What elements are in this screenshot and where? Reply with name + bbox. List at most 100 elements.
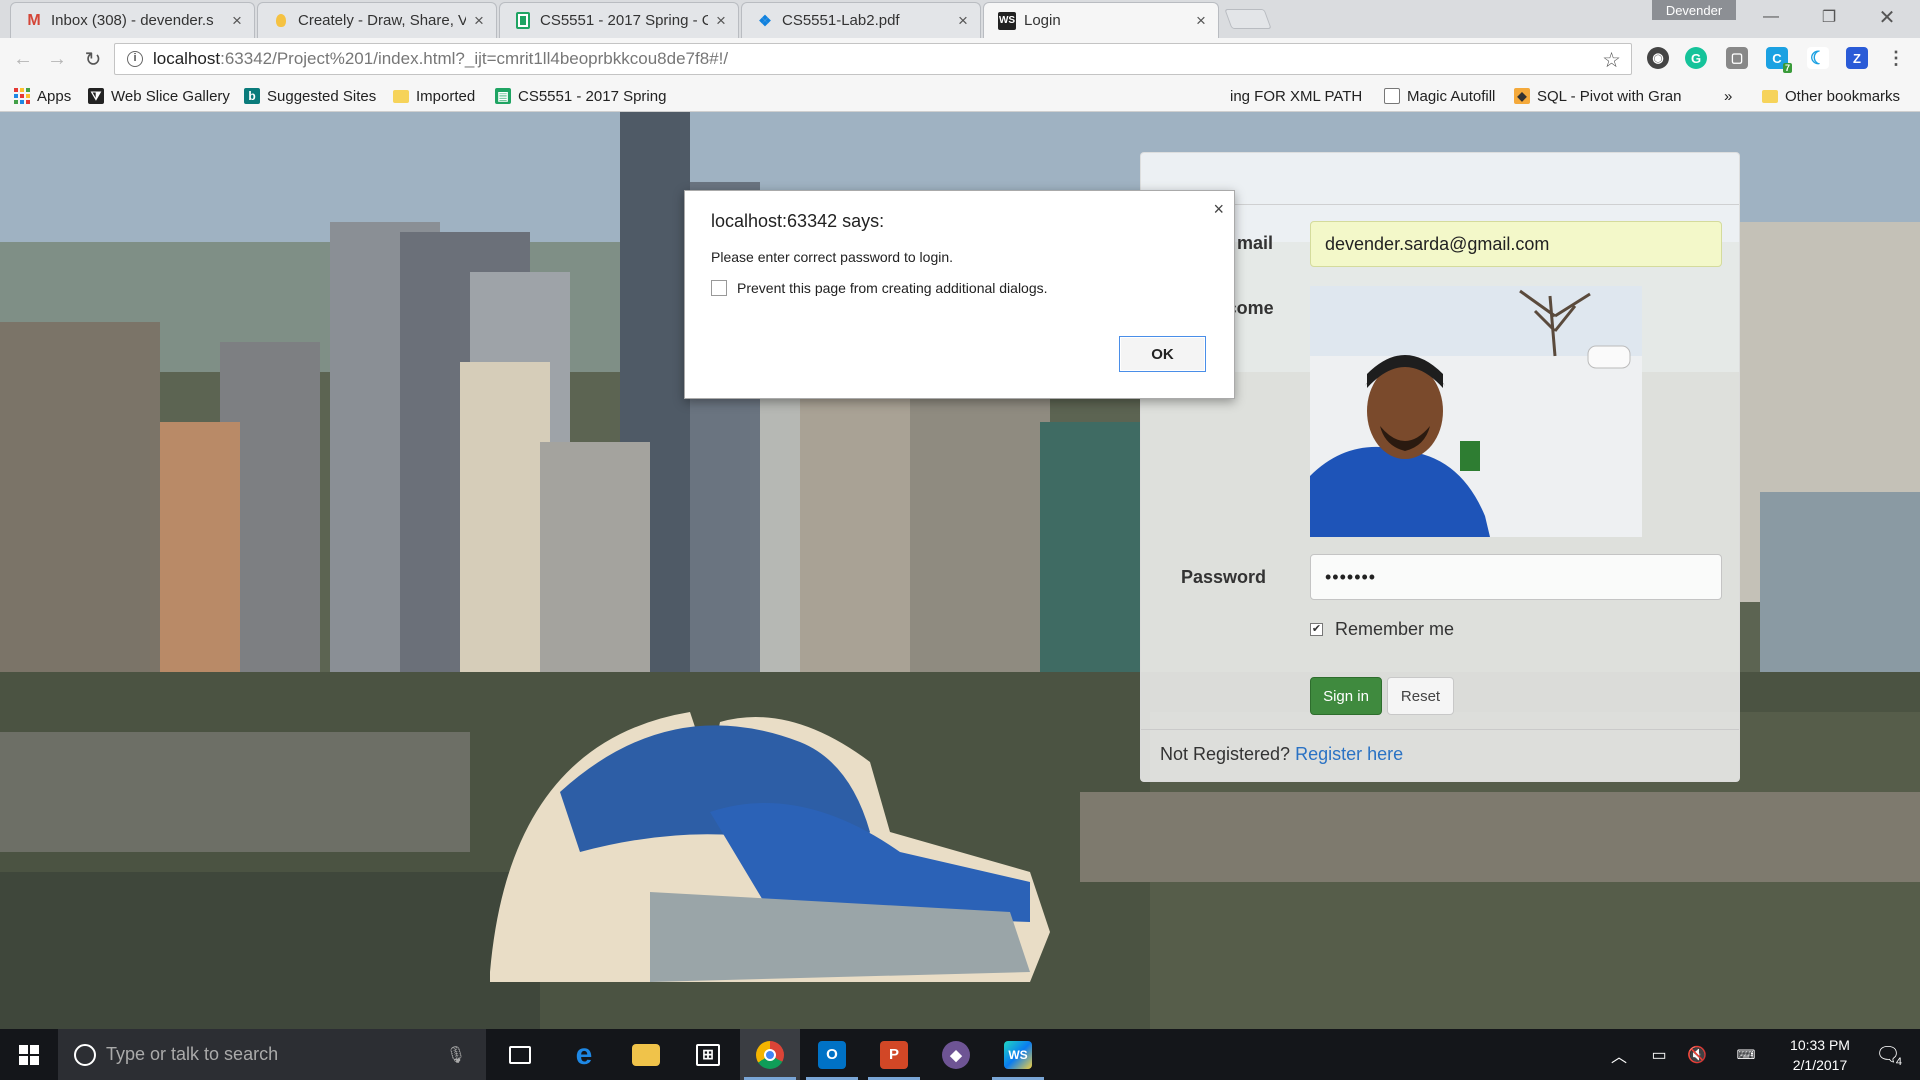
bookmark-label: Magic Autofill [1407,87,1496,105]
bookmark-cs5551[interactable]: ▤ CS5551 - 2017 Spring [495,86,666,106]
cortana-search-box[interactable]: Type or talk to search 🎙 [58,1029,486,1080]
remember-me-checkbox[interactable]: ✔ [1310,623,1323,636]
folder-icon [393,89,409,103]
close-tab-icon[interactable]: × [714,11,728,31]
ok-button[interactable]: OK [1119,336,1206,372]
extension-wave-icon[interactable]: ☾ [1807,47,1829,69]
forward-arrow-icon[interactable]: → [44,46,70,72]
action-center-icon[interactable]: 🗨 4 [1868,1029,1908,1080]
tray-chevron-up-icon[interactable]: ︿ [1604,1029,1634,1080]
bookmark-label: Web Slice Gallery [111,87,230,105]
tab-lab2-pdf[interactable]: ❖ CS5551-Lab2.pdf × [741,2,981,38]
password-label: Password [1181,567,1267,587]
password-value: ••••••• [1325,566,1377,587]
bookmark-label: Apps [37,87,72,105]
taskbar-chrome[interactable] [740,1029,800,1080]
bookmark-label: SQL - Pivot with Gran [1537,87,1682,105]
taskbar-edge[interactable]: e [554,1029,614,1080]
system-clock[interactable]: 10:33 PM 2/1/2017 [1776,1035,1864,1075]
email-label: mail [1237,233,1274,253]
close-tab-icon[interactable]: × [230,11,244,31]
bookmark-star-icon[interactable]: ☆ [1602,48,1621,73]
close-tab-icon[interactable]: × [472,11,486,31]
bookmark-label: Imported [416,87,476,105]
reset-button[interactable]: Reset [1387,677,1454,715]
password-field[interactable]: ••••••• [1310,554,1722,600]
extension-gray-icon[interactable]: ▢ [1726,47,1748,69]
battery-icon[interactable]: ▭ [1644,1029,1674,1080]
bookmark-for-xml-path[interactable]: ing FOR XML PATH [1230,86,1362,106]
user-photo-image [1310,286,1642,537]
register-link[interactable]: Register here [1295,744,1403,764]
email-field[interactable]: devender.sarda@gmail.com [1310,221,1722,267]
back-arrow-icon[interactable]: ← [10,46,36,72]
page-info-icon[interactable]: i [127,51,143,67]
folder-icon [1762,89,1778,103]
bookmark-apps[interactable]: Apps [14,86,71,106]
sql-icon: ◆ [1514,88,1530,104]
prevent-dialogs-row[interactable]: Prevent this page from creating addition… [711,280,1048,296]
search-placeholder: Type or talk to search [106,1044,279,1064]
minimize-icon[interactable]: — [1746,4,1796,30]
powerpoint-icon: P [880,1040,908,1069]
restore-icon[interactable]: ❐ [1804,4,1854,30]
prevent-dialogs-label: Prevent this page from creating addition… [737,280,1048,296]
profile-button[interactable]: Devender [1652,0,1736,20]
volume-muted-icon[interactable]: 🔇 [1682,1029,1712,1080]
start-button[interactable] [0,1029,58,1080]
sheets-icon: ▤ [495,88,511,104]
taskbar-webstorm[interactable]: WS [988,1029,1048,1080]
dialog-title: localhost:63342 says: [711,211,885,231]
extension-c-icon[interactable]: C7 [1766,47,1792,73]
extension-z-icon[interactable]: Z [1846,47,1868,69]
chrome-menu-icon[interactable]: ⋮ [1885,47,1907,69]
bookmark-other-bookmarks[interactable]: Other bookmarks [1762,86,1900,106]
taskbar-outlook[interactable]: O [802,1029,862,1080]
creately-icon [272,12,290,30]
taskbar-github[interactable]: ◆ [926,1029,986,1080]
remember-me-row[interactable]: ✔ Remember me [1310,619,1454,640]
chrome-icon [756,1040,784,1069]
keyboard-icon[interactable]: ⌨ [1726,1029,1766,1080]
task-view-button[interactable] [490,1029,550,1080]
extension-dark-icon[interactable]: ◉ [1647,47,1669,69]
reload-icon[interactable]: ↻ [80,46,106,72]
close-tab-icon[interactable]: × [956,11,970,31]
grammarly-icon[interactable]: G [1685,47,1707,69]
bookmark-imported[interactable]: Imported [393,86,475,106]
file-explorer-icon [632,1043,660,1066]
bookmark-web-slice-gallery[interactable]: ⧩ Web Slice Gallery [88,86,230,106]
bookmark-sql-pivot[interactable]: ◆ SQL - Pivot with Gran [1514,86,1682,106]
tab-gmail[interactable]: M Inbox (308) - devender.s × [10,2,255,38]
bookmark-label: CS5551 - 2017 Spring [518,87,667,105]
sign-in-button[interactable]: Sign in [1310,677,1382,715]
task-view-icon [509,1045,531,1064]
close-tab-icon[interactable]: × [1194,11,1208,31]
taskbar-powerpoint[interactable]: P [864,1029,924,1080]
gmail-icon: M [27,11,41,29]
tab-title: Inbox (308) - devender.s [51,12,214,29]
clock-date: 2/1/2017 [1792,1057,1848,1073]
close-window-icon[interactable]: ✕ [1862,4,1912,30]
outlook-icon: O [818,1040,846,1069]
tab-title: CS5551-Lab2.pdf [782,12,900,29]
url-host: localhost [153,49,221,68]
taskbar-file-explorer[interactable] [616,1029,676,1080]
prevent-dialogs-checkbox[interactable] [711,280,727,296]
bookmark-label: » [1724,87,1733,105]
bookmark-suggested-sites[interactable]: b Suggested Sites [244,86,376,106]
address-bar[interactable]: i localhost:63342/Project%201/index.html… [114,43,1632,75]
new-tab-button[interactable] [1224,9,1272,29]
tab-login[interactable]: WS Login × [983,2,1219,38]
dropbox-icon: ❖ [758,12,772,30]
tab-creately[interactable]: Creately - Draw, Share, V × [257,2,497,38]
dialog-close-icon[interactable]: × [1213,199,1224,220]
microphone-icon[interactable]: 🎙 [446,1045,466,1065]
bookmarks-overflow-chevron[interactable]: » [1724,86,1732,106]
taskbar-store[interactable]: ⊞ [678,1029,738,1080]
bookmark-magic-autofill[interactable]: Magic Autofill [1384,86,1495,106]
bing-icon: b [244,88,260,104]
tab-cs5551-sheet[interactable]: CS5551 - 2017 Spring - C × [499,2,739,38]
sheets-icon [514,12,532,30]
notification-count: 4 [1895,1056,1902,1068]
